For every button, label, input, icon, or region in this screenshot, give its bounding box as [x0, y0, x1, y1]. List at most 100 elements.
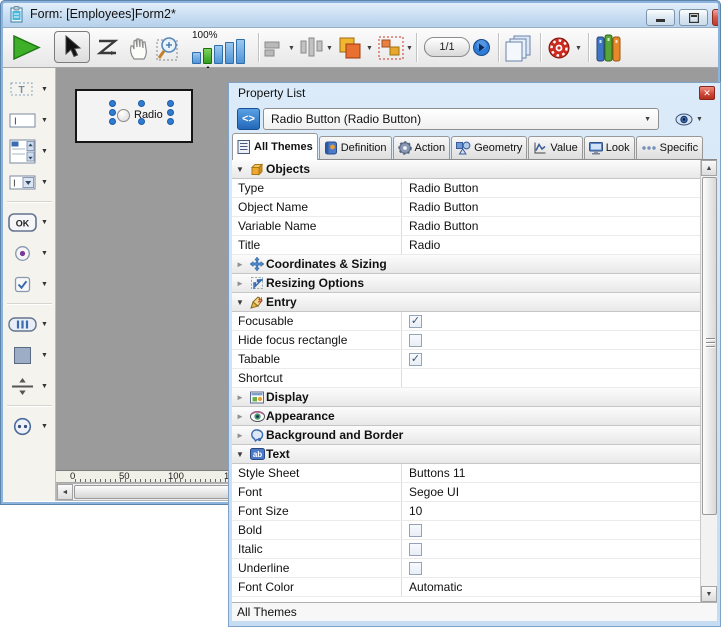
rectangle-tool[interactable]: ▼ [3, 342, 56, 368]
expand-triangle-icon[interactable]: ► [232, 260, 248, 269]
segmented-button-tool-dropdown-icon[interactable]: ▼ [41, 321, 48, 328]
collapse-triangle-icon[interactable]: ▼ [232, 298, 248, 307]
collapse-triangle-icon[interactable]: ▼ [232, 165, 248, 174]
bold-checkbox[interactable] [409, 524, 422, 537]
maximize-button[interactable] [679, 9, 708, 26]
expand-triangle-icon[interactable]: ► [232, 431, 248, 440]
z-order-tool-button[interactable] [95, 36, 121, 60]
radio-widget-circle[interactable] [117, 109, 130, 122]
button-tool[interactable]: OK▼ [3, 209, 56, 235]
tab-action[interactable]: Action [393, 136, 451, 159]
hide-focus-rectangle-checkbox[interactable] [409, 334, 422, 347]
expand-triangle-icon[interactable]: ► [232, 279, 248, 288]
zoom-bar[interactable] [236, 39, 245, 64]
object-nav-icon[interactable]: <> [237, 108, 260, 130]
selection-handle[interactable] [138, 100, 145, 107]
input-tool-dropdown-icon[interactable]: ▼ [41, 117, 48, 124]
selection-handle[interactable] [167, 109, 174, 116]
zoom-bar[interactable] [192, 52, 201, 64]
zoom-bar[interactable] [214, 45, 223, 64]
view-options-button[interactable]: ▼ [675, 110, 709, 128]
tab-geometry[interactable]: Geometry [451, 136, 527, 159]
object-name-value[interactable]: Radio Button [402, 198, 700, 216]
stepper-tool[interactable]: ▼ [3, 413, 56, 439]
font-size-value[interactable]: 10 [402, 502, 700, 520]
pages-button[interactable] [505, 34, 533, 62]
selection-handle[interactable] [167, 118, 174, 125]
group-button[interactable] [378, 36, 404, 60]
section-header-entry[interactable]: ▼#Entry [232, 293, 717, 312]
tabable-checkbox[interactable]: ✓ [409, 353, 422, 366]
underline-checkbox[interactable] [409, 562, 422, 575]
section-header-coordinates-sizing[interactable]: ►Coordinates & Sizing [232, 255, 717, 274]
vertical-scroll-thumb[interactable] [702, 177, 717, 515]
section-header-display[interactable]: ►Display [232, 388, 717, 407]
combobox-tool-dropdown-icon[interactable]: ▼ [41, 179, 48, 186]
shortcut-value[interactable] [402, 369, 700, 387]
splitter-tool-dropdown-icon[interactable]: ▼ [41, 383, 48, 390]
title-value[interactable]: Radio [402, 236, 700, 254]
zoom-bar-current[interactable] [203, 48, 212, 64]
text-tool[interactable]: T▼ [3, 76, 56, 102]
section-header-text[interactable]: ▼abText [232, 445, 717, 464]
combobox-tool[interactable]: I▼ [3, 169, 56, 195]
radio-button-tool[interactable]: ▼ [3, 240, 56, 266]
selection-handle[interactable] [109, 118, 116, 125]
selection-handle[interactable] [109, 109, 116, 116]
zoom-tool-button[interactable] [156, 34, 186, 62]
type-value[interactable]: Radio Button [402, 179, 700, 197]
zoom-bar[interactable] [225, 42, 234, 64]
italic-checkbox[interactable] [409, 543, 422, 556]
input-tool[interactable]: I▼ [3, 107, 56, 133]
text-tool-dropdown-icon[interactable]: ▼ [41, 86, 48, 93]
radio-button-tool-dropdown-icon[interactable]: ▼ [41, 250, 48, 257]
scroll-down-button[interactable]: ▼ [701, 586, 717, 602]
font-value[interactable]: Segoe UI [402, 483, 700, 501]
layers-dropdown-icon[interactable]: ▼ [366, 45, 373, 52]
tab-value[interactable]: Value [528, 136, 582, 159]
rectangle-tool-dropdown-icon[interactable]: ▼ [41, 352, 48, 359]
close-button[interactable] [712, 9, 721, 26]
tab-all-themes[interactable]: All Themes [232, 133, 318, 160]
scroll-left-button[interactable]: ◄ [57, 484, 73, 500]
tab-definition[interactable]: Definition [319, 136, 392, 159]
button-tool-dropdown-icon[interactable]: ▼ [41, 219, 48, 226]
section-header-objects[interactable]: ▼Objects [232, 160, 717, 179]
group-dropdown-icon[interactable]: ▼ [406, 45, 413, 52]
section-header-resizing-options[interactable]: ►Resizing Options [232, 274, 717, 293]
object-selector-dropdown[interactable]: Radio Button (Radio Button) ▼ [263, 108, 659, 130]
selection-handle[interactable] [109, 100, 116, 107]
panel-close-button[interactable]: ✕ [699, 86, 715, 100]
run-button[interactable] [12, 34, 42, 61]
section-header-appearance[interactable]: ►Appearance [232, 407, 717, 426]
selection-handle[interactable] [138, 118, 145, 125]
pan-tool-button[interactable] [126, 35, 152, 61]
tab-look[interactable]: Look [584, 136, 635, 159]
selection-handle[interactable] [167, 100, 174, 107]
window-titlebar[interactable]: Form: [Employees]Form2* [0, 0, 721, 28]
checkbox-tool[interactable]: ▼ [3, 271, 56, 297]
listbox-tool[interactable]: ▼ [3, 138, 56, 164]
page-indicator[interactable]: 1/1 [424, 37, 470, 57]
focusable-checkbox[interactable]: ✓ [409, 315, 422, 328]
expand-triangle-icon[interactable]: ► [232, 393, 248, 402]
distribute-dropdown-icon[interactable]: ▼ [326, 45, 333, 52]
tab-specific[interactable]: Specific [636, 136, 704, 159]
style-sheet-value[interactable]: Buttons 11 [402, 464, 700, 482]
settings-button[interactable] [547, 36, 571, 60]
distribute-button[interactable] [300, 37, 324, 59]
scroll-up-button[interactable]: ▲ [701, 160, 717, 176]
collapse-triangle-icon[interactable]: ▼ [232, 450, 248, 459]
listbox-tool-dropdown-icon[interactable]: ▼ [41, 148, 48, 155]
settings-dropdown-icon[interactable]: ▼ [575, 45, 582, 52]
library-button[interactable] [596, 34, 622, 62]
next-page-button[interactable] [473, 39, 490, 56]
zoom-level-widget[interactable]: 100% [190, 30, 254, 66]
align-dropdown-icon[interactable]: ▼ [288, 45, 295, 52]
stepper-tool-dropdown-icon[interactable]: ▼ [41, 423, 48, 430]
variable-name-value[interactable]: Radio Button [402, 217, 700, 235]
vertical-scrollbar[interactable]: ▲ ▼ [700, 160, 717, 602]
minimize-button[interactable] [646, 9, 675, 26]
select-tool-button[interactable] [54, 31, 90, 63]
layers-button[interactable] [338, 36, 364, 60]
